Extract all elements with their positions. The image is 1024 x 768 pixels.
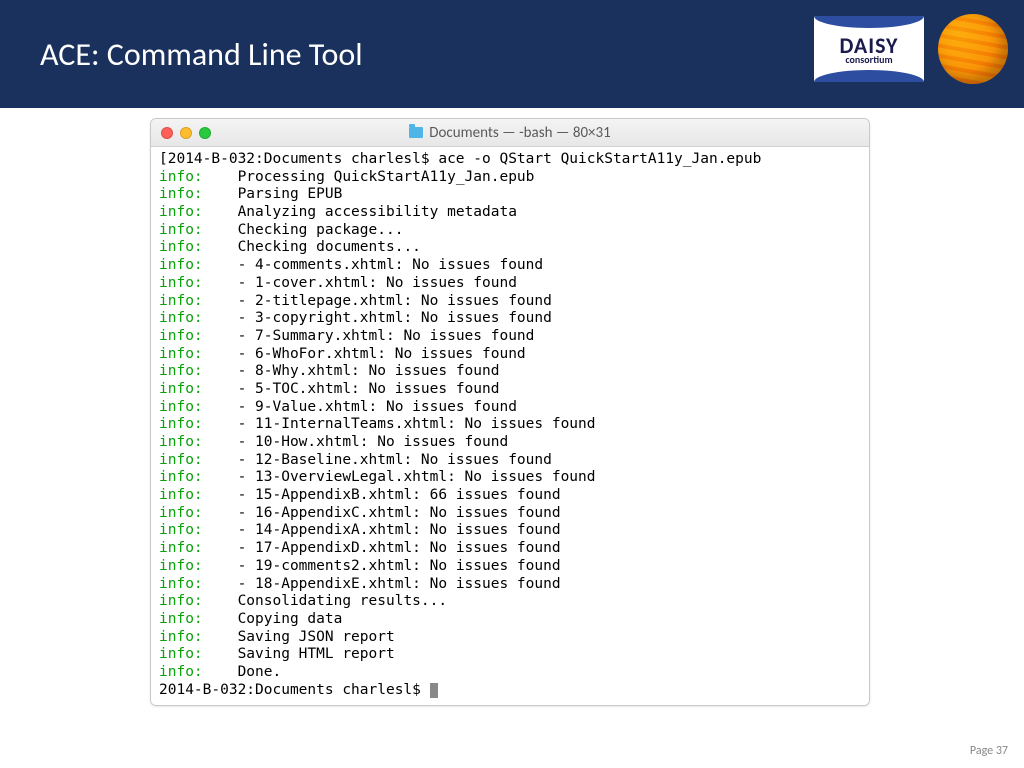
- terminal-window: Documents — -bash — 80×31 [2014-B-032:Do…: [150, 118, 870, 706]
- minimize-icon[interactable]: [180, 127, 192, 139]
- slide: ACE: Command Line Tool DAISY consortium …: [0, 0, 1024, 768]
- close-icon[interactable]: [161, 127, 173, 139]
- window-title: Documents — -bash — 80×31: [151, 124, 869, 142]
- daisy-logo-line2: consortium: [845, 55, 892, 65]
- cursor-icon: [430, 683, 438, 698]
- terminal-body[interactable]: [2014-B-032:Documents charlesl$ ace -o Q…: [151, 147, 869, 705]
- folder-icon: [409, 127, 423, 138]
- logos-area: DAISY consortium: [814, 14, 1008, 84]
- zoom-icon[interactable]: [199, 127, 211, 139]
- page-number: Page 37: [970, 744, 1008, 758]
- daisy-logo: DAISY consortium: [814, 16, 924, 82]
- header-bar: ACE: Command Line Tool DAISY consortium: [0, 0, 1024, 108]
- terminal-titlebar: Documents — -bash — 80×31: [151, 119, 869, 147]
- traffic-lights: [161, 127, 211, 139]
- slide-title: ACE: Command Line Tool: [40, 35, 363, 74]
- globe-icon: [938, 14, 1008, 84]
- window-title-text: Documents — -bash — 80×31: [429, 124, 610, 142]
